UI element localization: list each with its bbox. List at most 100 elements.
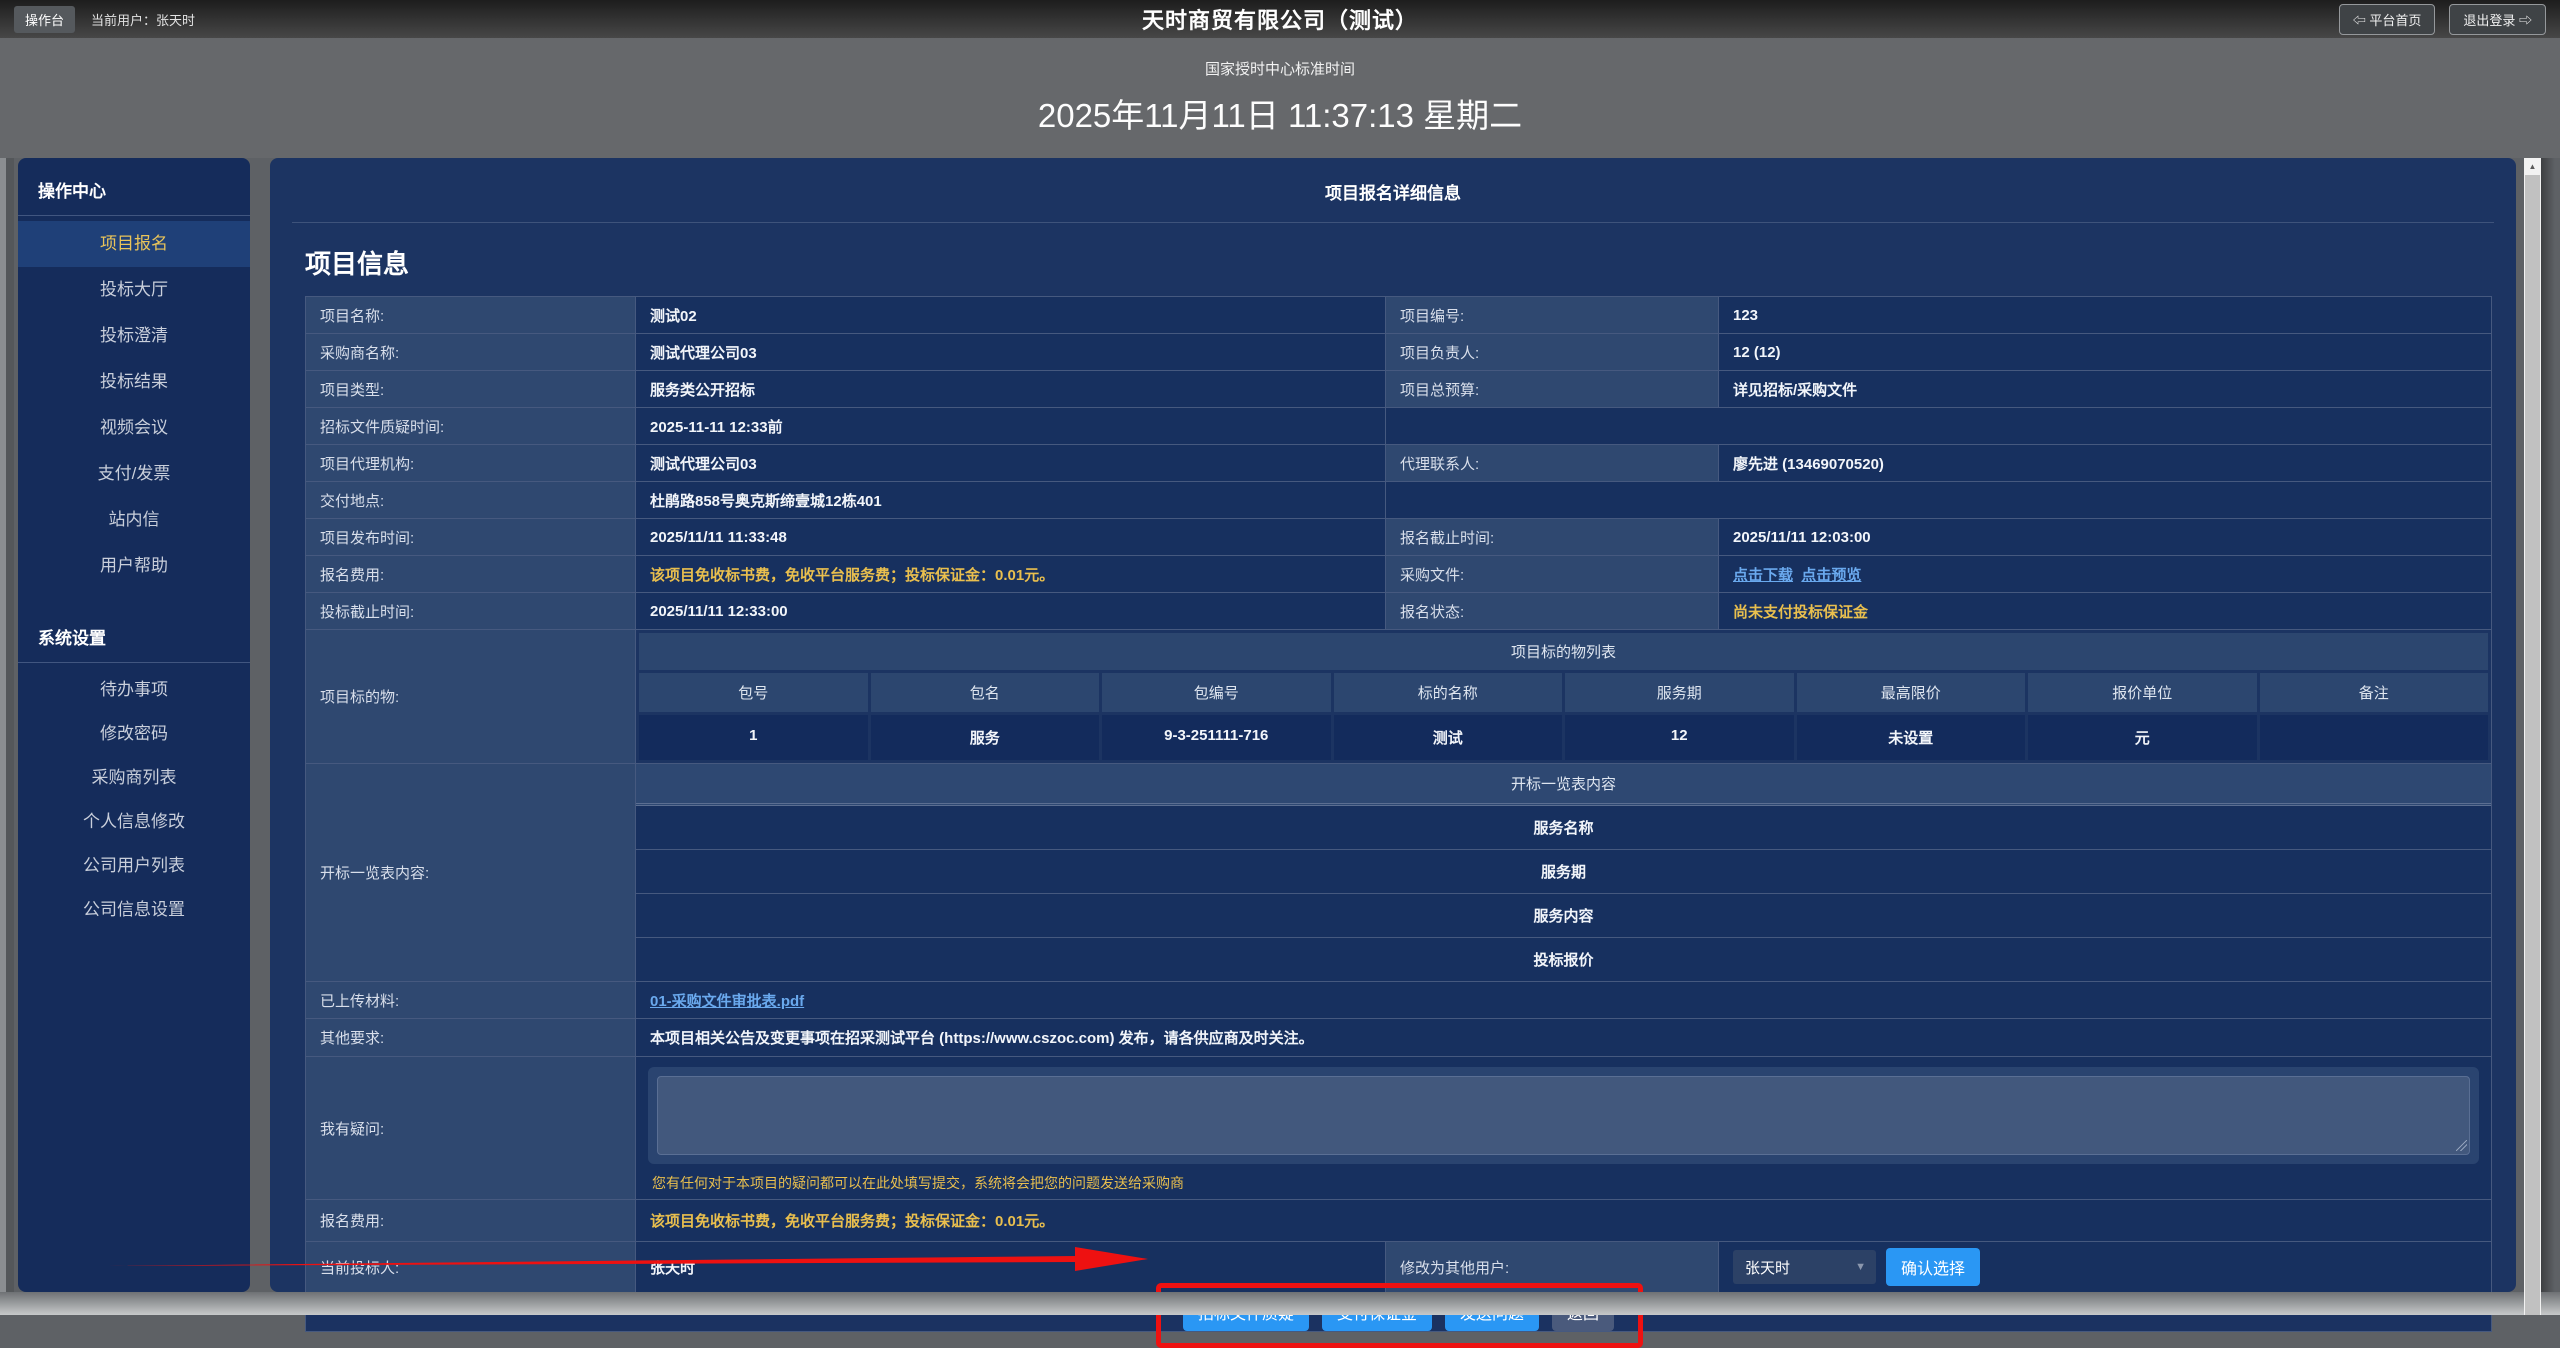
field-label: 采购文件: xyxy=(1386,556,1719,593)
cell-package-name: 服务 xyxy=(871,715,1100,760)
standard-time: 2025年11月11日 11:37:13 星期二 xyxy=(0,89,2560,137)
chevron-down-icon: ▼ xyxy=(1855,1261,1866,1273)
signup-status-value: 尚未支付投标保证金 xyxy=(1719,593,2492,630)
scrollbar-track[interactable]: ▲ xyxy=(2524,158,2541,1315)
sidebar-item-change-password[interactable]: 修改密码 xyxy=(18,712,250,756)
signup-deadline-value: 2025/11/11 12:03:00 xyxy=(1719,519,2492,556)
cell-max-price: 未设置 xyxy=(1797,715,2026,760)
sidebar-item-todo[interactable]: 待办事项 xyxy=(18,668,250,712)
sidebar-item-user-help[interactable]: 用户帮助 xyxy=(18,543,250,589)
table-row: 项目类型: 服务类公开招标 项目总预算: 详见招标/采购文件 xyxy=(306,371,2492,408)
bid-deadline-value: 2025/11/11 12:33:00 xyxy=(636,593,1386,630)
table-row: 投标截止时间: 2025/11/11 12:33:00 报名状态: 尚未支付投标… xyxy=(306,593,2492,630)
page-bottom-fade xyxy=(0,1292,2560,1315)
sidebar-section-operations-title: 操作中心 xyxy=(18,158,250,215)
signup-fee-value: 该项目免收标书费，免收平台服务费；投标保证金：0.01元。 xyxy=(636,556,1386,593)
cell-package-no: 1 xyxy=(639,715,868,760)
company-title: 天时商贸有限公司（测试） xyxy=(0,3,2560,35)
field-label: 项目发布时间: xyxy=(306,519,636,556)
table-row: 已上传材料: 01-采购文件审批表.pdf xyxy=(306,982,2492,1019)
column-header: 包名 xyxy=(871,673,1100,712)
bid-opening-title: 开标一览表内容 xyxy=(636,764,2491,806)
top-bar: 操作台 当前用户：张天时 天时商贸有限公司（测试） ⇦ 平台首页 退出登录 ⇨ xyxy=(0,0,2560,38)
question-row: 我有疑问: 您有任何对于本项目的疑问都可以在此处填写提交，系统将会把您的问题发送… xyxy=(306,1057,2492,1200)
subject-items-table: 项目标的物列表 包号 包名 包编号 标的名称 服务期 最高限价 报价单位 备注 … xyxy=(636,630,2492,764)
sidebar-item-bid-results[interactable]: 投标结果 xyxy=(18,359,250,405)
subject-table-header: 包号 包名 包编号 标的名称 服务期 最高限价 报价单位 备注 xyxy=(639,673,2488,712)
bid-opening-table: 开标一览表内容 服务名称 服务期 服务内容 投标报价 xyxy=(636,764,2492,982)
table-row: 报名费用: 该项目免收标书费，免收平台服务费；投标保证金：0.01元。 xyxy=(306,1200,2492,1242)
agency-contact-value: 廖先进 (13469070520) xyxy=(1719,445,2492,482)
sidebar-item-bid-clarification[interactable]: 投标澄清 xyxy=(18,313,250,359)
table-row: 采购商名称: 测试代理公司03 项目负责人: 12 (12) xyxy=(306,334,2492,371)
subject-table-data-row: 1 服务 9-3-251111-716 测试 12 未设置 元 xyxy=(639,715,2488,760)
column-header: 服务期 xyxy=(1565,673,1794,712)
project-info-table: 项目名称: 测试02 项目编号: 123 采购商名称: 测试代理公司03 项目负… xyxy=(305,296,2492,1332)
project-type-value: 服务类公开招标 xyxy=(636,371,1386,408)
agency-value: 测试代理公司03 xyxy=(636,445,1386,482)
bid-opening-row: 开标一览表内容: 开标一览表内容 服务名称 服务期 服务内容 投标报价 xyxy=(306,764,2492,982)
user-select[interactable]: 张天时 ▼ xyxy=(1733,1250,1876,1284)
question-box xyxy=(648,1067,2479,1164)
sidebar-item-company-info[interactable]: 公司信息设置 xyxy=(18,888,250,932)
sidebar-item-site-mail[interactable]: 站内信 xyxy=(18,497,250,543)
empty-cell xyxy=(1386,482,2492,519)
main-panel: 项目报名详细信息 项目信息 项目名称: 测试02 项目编号: 123 采购商名称… xyxy=(270,158,2516,1292)
scrollbar-thumb[interactable] xyxy=(2525,175,2540,1315)
column-header: 包编号 xyxy=(1102,673,1331,712)
question-cell: 您有任何对于本项目的疑问都可以在此处填写提交，系统将会把您的问题发送给采购商 xyxy=(636,1057,2492,1200)
console-button[interactable]: 操作台 xyxy=(14,6,75,33)
sidebar-item-bidding-hall[interactable]: 投标大厅 xyxy=(18,267,250,313)
download-doc-link[interactable]: 点击下载 xyxy=(1733,567,1793,584)
confirm-select-button[interactable]: 确认选择 xyxy=(1886,1248,1980,1286)
sidebar-item-video-conference[interactable]: 视频会议 xyxy=(18,405,250,451)
sidebar-item-project-signup[interactable]: 项目报名 xyxy=(18,221,250,267)
sidebar-item-purchaser-list[interactable]: 采购商列表 xyxy=(18,756,250,800)
bid-opening-item: 服务内容 xyxy=(636,893,2491,937)
time-banner: 国家授时中心标准时间 2025年11月11日 11:37:13 星期二 xyxy=(0,38,2560,158)
user-select-value: 张天时 xyxy=(1745,1257,1790,1278)
subject-items-row: 项目标的物: 项目标的物列表 包号 包名 包编号 标的名称 服务期 最高限价 报… xyxy=(306,630,2492,764)
preview-doc-link[interactable]: 点击预览 xyxy=(1801,567,1861,584)
bid-opening-item: 服务期 xyxy=(636,849,2491,893)
uploaded-file-link[interactable]: 01-采购文件审批表.pdf xyxy=(650,993,804,1010)
table-row: 项目名称: 测试02 项目编号: 123 xyxy=(306,297,2492,334)
field-label: 项目名称: xyxy=(306,297,636,334)
question-textarea[interactable] xyxy=(657,1076,2470,1155)
resize-grip-icon[interactable] xyxy=(2456,1140,2467,1151)
table-row: 报名费用: 该项目免收标书费，免收平台服务费；投标保证金：0.01元。 采购文件… xyxy=(306,556,2492,593)
field-label: 项目代理机构: xyxy=(306,445,636,482)
cell-package-code: 9-3-251111-716 xyxy=(1102,715,1331,760)
field-label: 代理联系人: xyxy=(1386,445,1719,482)
delivery-value: 杜鹃路858号奥克斯缔壹城12栋401 xyxy=(636,482,1386,519)
field-label: 报名状态: xyxy=(1386,593,1719,630)
sidebar: 操作中心 项目报名 投标大厅 投标澄清 投标结果 视频会议 支付/发票 站内信 … xyxy=(18,158,250,1292)
field-label: 交付地点: xyxy=(306,482,636,519)
sidebar-item-payment-invoice[interactable]: 支付/发票 xyxy=(18,451,250,497)
field-label: 修改为其他用户: xyxy=(1386,1242,1719,1293)
current-user-label: 当前用户：张天时 xyxy=(91,10,195,29)
uploaded-file-cell: 01-采购文件审批表.pdf xyxy=(636,982,2492,1019)
column-header: 标的名称 xyxy=(1334,673,1563,712)
field-label: 项目类型: xyxy=(306,371,636,408)
scrollbar-up-arrow[interactable]: ▲ xyxy=(2524,158,2541,175)
table-row: 交付地点: 杜鹃路858号奥克斯缔壹城12栋401 xyxy=(306,482,2492,519)
field-label: 项目总预算: xyxy=(1386,371,1719,408)
page-title: 项目报名详细信息 xyxy=(292,158,2494,223)
platform-home-button[interactable]: ⇦ 平台首页 xyxy=(2339,4,2436,35)
cell-service-period: 12 xyxy=(1565,715,1794,760)
logout-button[interactable]: 退出登录 ⇨ xyxy=(2449,4,2546,35)
procurement-doc-cell: 点击下载 点击预览 xyxy=(1719,556,2492,593)
table-row: 项目代理机构: 测试代理公司03 代理联系人: 廖先进 (13469070520… xyxy=(306,445,2492,482)
field-label: 我有疑问: xyxy=(306,1057,636,1200)
sidebar-item-company-users[interactable]: 公司用户列表 xyxy=(18,844,250,888)
scrollbar-shadow xyxy=(2541,158,2555,1315)
field-label: 其他要求: xyxy=(306,1019,636,1057)
field-label: 项目负责人: xyxy=(1386,334,1719,371)
sidebar-item-personal-info[interactable]: 个人信息修改 xyxy=(18,800,250,844)
field-label: 报名截止时间: xyxy=(1386,519,1719,556)
cell-quote-unit: 元 xyxy=(2028,715,2257,760)
field-label: 报名费用: xyxy=(306,1200,636,1242)
purchaser-value: 测试代理公司03 xyxy=(636,334,1386,371)
table-row: 其他要求: 本项目相关公告及变更事项在招采测试平台 (https://www.c… xyxy=(306,1019,2492,1057)
